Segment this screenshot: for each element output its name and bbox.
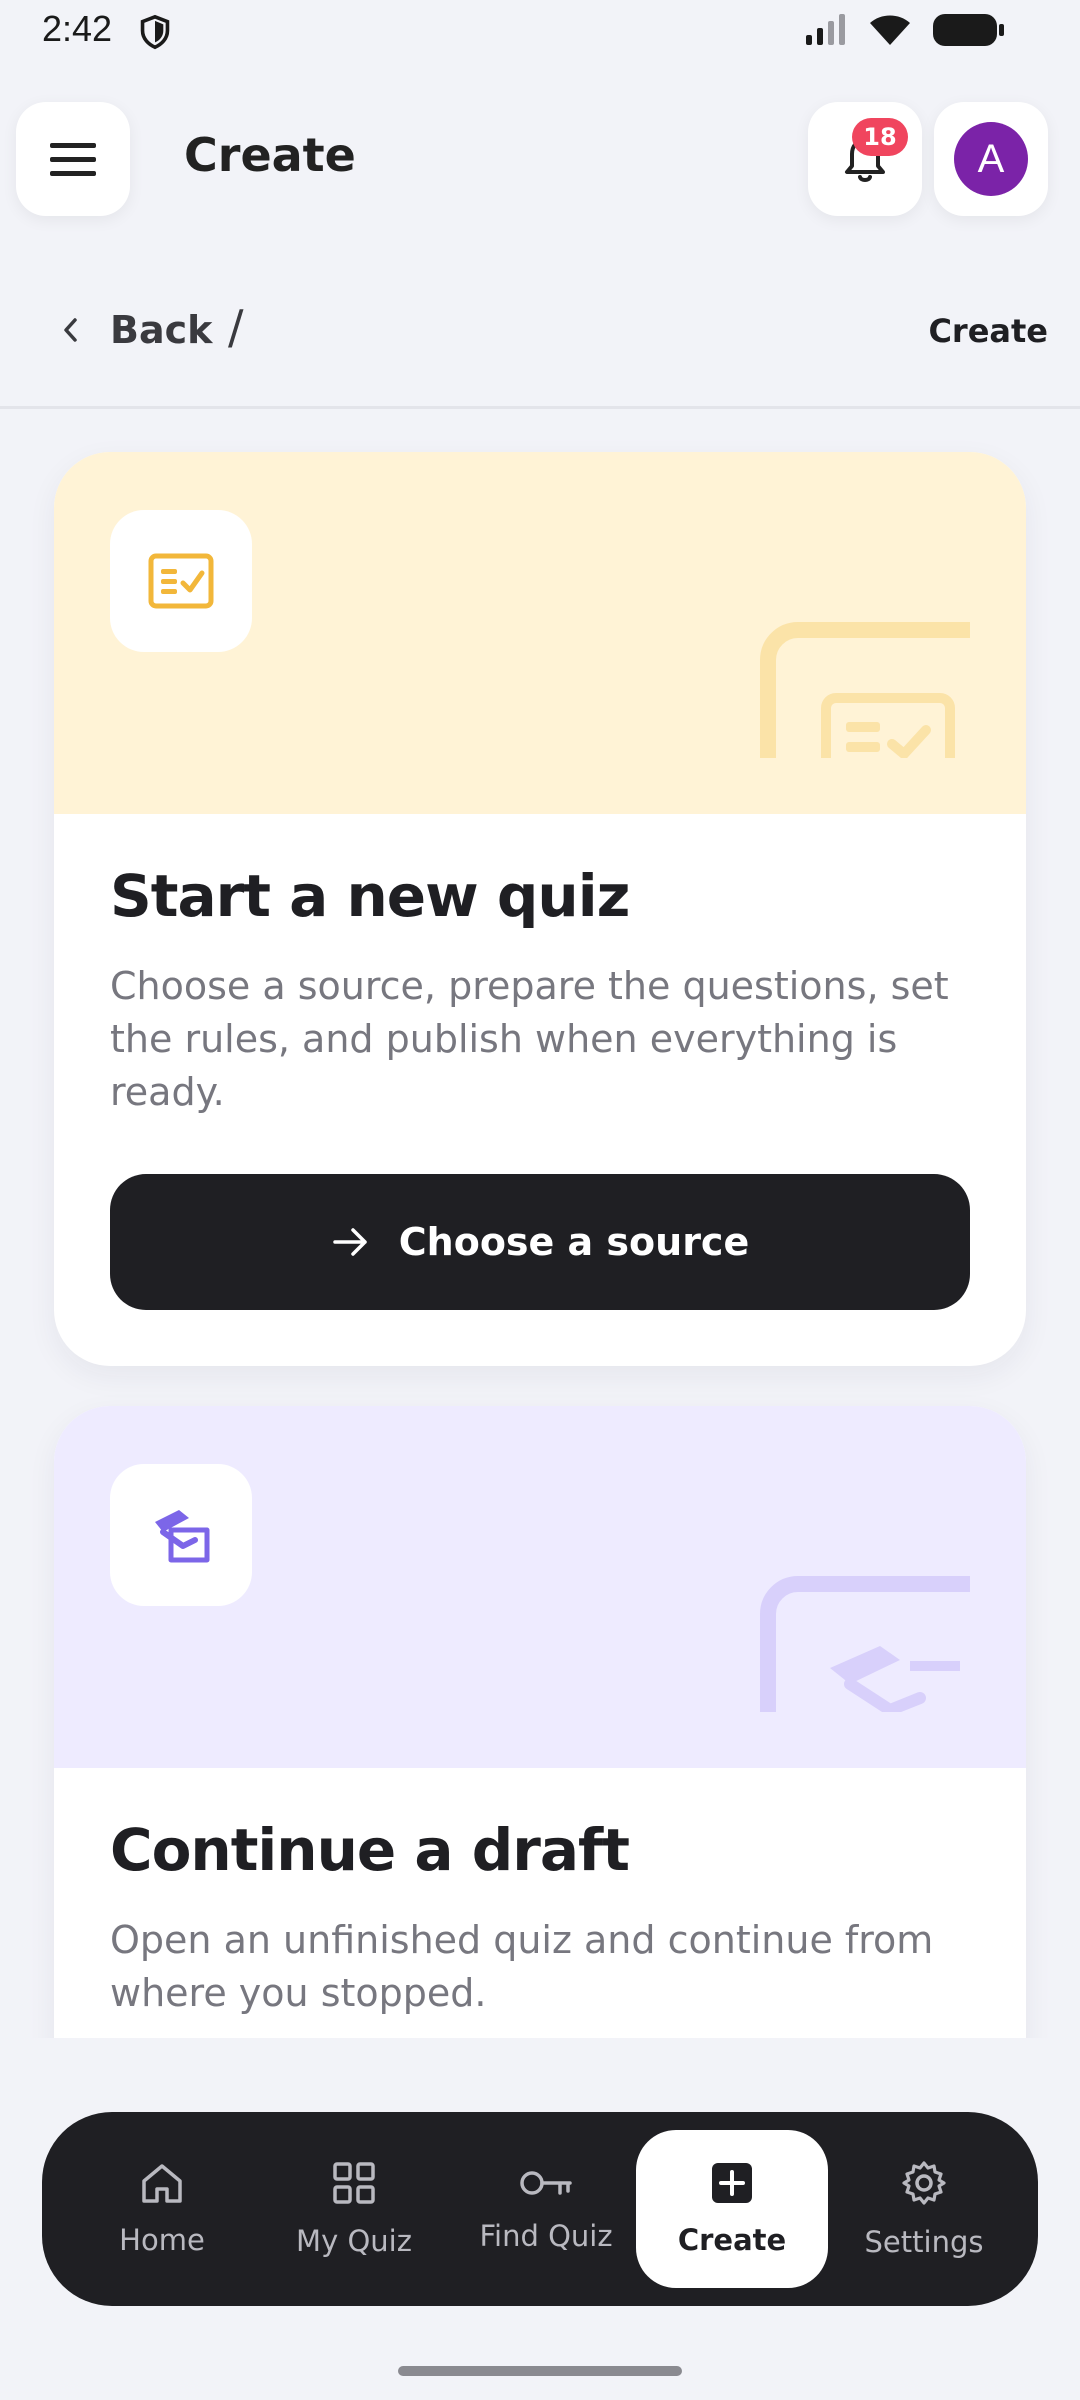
arrow-right-icon [333,1228,367,1256]
nav-settings[interactable]: Settings [828,2112,1020,2306]
draft-icon [155,1510,210,1563]
card-hero [54,452,1026,814]
key-icon [520,2171,572,2195]
icon-tile [110,1464,252,1606]
card-description: Choose a source, prepare the questions, … [110,964,949,1114]
nav-home[interactable]: Home [66,2112,258,2306]
battery-icon [933,14,1004,46]
nav-label: Find Quiz [479,2219,613,2253]
icon-tile [110,510,252,652]
signal-icon [806,14,845,45]
plus-square-icon [712,2163,752,2203]
nav-find-quiz[interactable]: Find Quiz [450,2112,642,2306]
card-title: Continue a draft [110,1816,630,1884]
card-description: Open an unfinished quiz and continue fro… [110,1918,934,2015]
back-link[interactable]: Back [58,290,212,370]
divider [0,406,1080,409]
create-screen: 2:42 Create 18 A Back / Create Start a n… [0,0,1080,2400]
status-bar: 2:42 [0,0,1080,64]
draft-watermark-icon [760,1576,970,1712]
hamburger-icon [50,143,96,176]
grid-icon [333,2162,375,2204]
back-label: Back [110,308,213,352]
breadcrumb-current: Create [928,312,1048,350]
status-time: 2:42 [42,8,113,49]
content-scroll[interactable]: Start a new quiz Choose a source, prepar… [0,410,1080,2038]
choose-source-label: Choose a source [398,1220,750,1264]
nav-label: My Quiz [296,2224,412,2258]
menu-button[interactable] [16,102,130,216]
avatar: A [954,122,1028,196]
breadcrumb-separator: / [228,300,244,354]
profile-button[interactable]: A [934,102,1048,216]
shield-icon [140,14,170,50]
nav-label: Settings [864,2225,984,2259]
new-quiz-card: Start a new quiz Choose a source, prepar… [54,452,1026,1366]
nav-label: Home [119,2223,205,2257]
card-title: Start a new quiz [110,862,630,930]
continue-draft-card[interactable]: Continue a draft Open an unfinished quiz… [54,1406,1026,2038]
nav-label: Create [677,2223,787,2257]
notification-badge: 18 [852,118,908,156]
home-indicator[interactable] [398,2366,682,2376]
card-hero [54,1406,1026,1768]
chevron-left-icon [64,318,77,342]
gear-icon [902,2161,946,2205]
breadcrumb: Back / Create [0,290,1080,370]
home-icon [142,2164,182,2203]
checklist-watermark-icon [760,622,970,758]
bottom-navigation: Home My Quiz Find Quiz Create Settings [42,2112,1038,2306]
nav-my-quiz[interactable]: My Quiz [258,2112,450,2306]
choose-source-button[interactable]: Choose a source [110,1174,970,1310]
page-title: Create [184,128,356,182]
checklist-icon [148,553,214,609]
nav-create[interactable]: Create [636,2130,828,2288]
wifi-icon [870,15,910,45]
